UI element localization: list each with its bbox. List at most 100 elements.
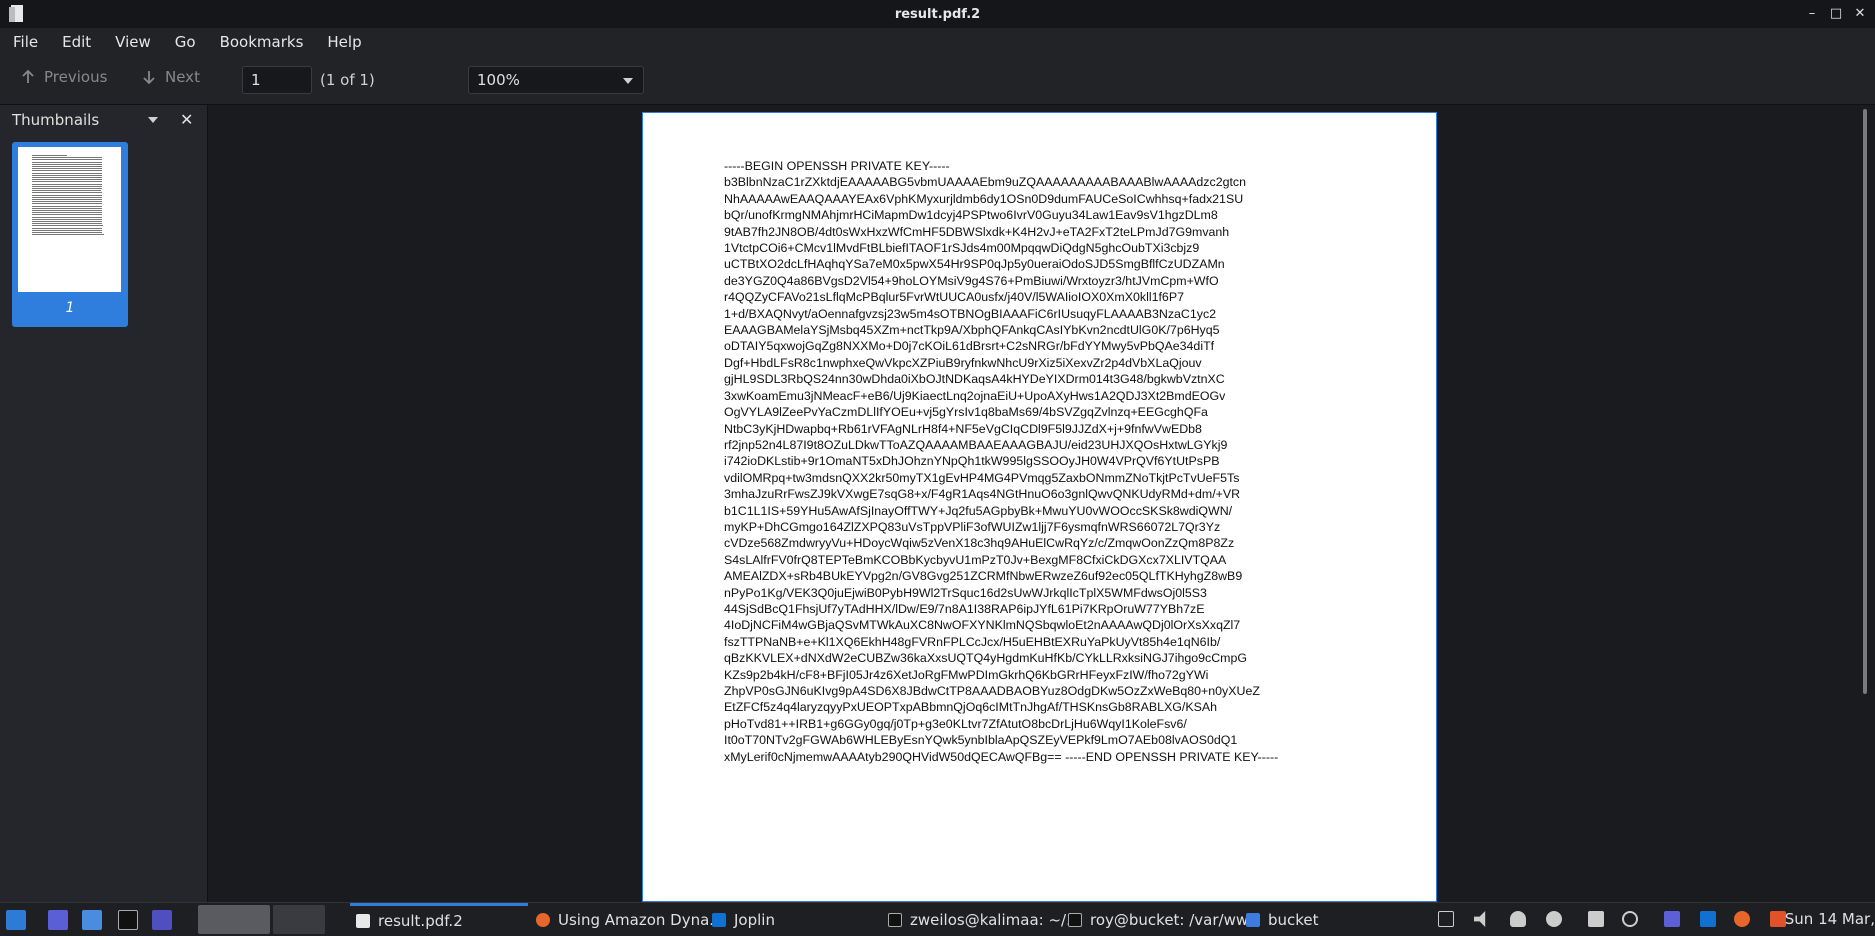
joplin-tray-icon[interactable] xyxy=(1700,911,1716,927)
file-manager-icon[interactable] xyxy=(82,910,102,930)
thumbnail-text-line xyxy=(32,218,102,220)
thumbnail-text-line xyxy=(32,196,102,198)
lock-icon[interactable] xyxy=(1588,911,1604,927)
terminal-icon[interactable] xyxy=(118,910,138,930)
workspace-pager-2[interactable] xyxy=(273,905,325,934)
thumbnail-label: 1 xyxy=(65,300,75,316)
burp-icon[interactable] xyxy=(1770,911,1786,927)
zoom-value: 100% xyxy=(477,71,520,89)
task-label: bucket xyxy=(1268,910,1319,929)
task-bucket[interactable]: bucket xyxy=(1240,903,1319,936)
thumbnail-text-line xyxy=(32,199,102,200)
thumbnail-text-line xyxy=(32,163,102,165)
folder-icon xyxy=(1246,912,1260,927)
thumbnail-text-line xyxy=(32,177,102,178)
thumbnail-text-line xyxy=(32,227,102,229)
menu-file[interactable]: File xyxy=(0,33,49,51)
thumbnail-text-line xyxy=(32,170,102,172)
screen-recorder-icon[interactable] xyxy=(152,910,172,930)
page-count: (1 of 1) xyxy=(320,71,375,89)
thumbnail-text-line xyxy=(32,232,102,233)
task-label: result.pdf.2 xyxy=(378,912,463,930)
task-result-pdf[interactable]: result.pdf.2 xyxy=(350,903,528,936)
sidebar-header: Thumbnails ✕ xyxy=(0,105,207,135)
next-button[interactable]: Next xyxy=(141,68,200,86)
firefox-icon xyxy=(536,912,550,927)
screenshot-icon[interactable] xyxy=(1664,911,1680,927)
task-label: zweilos@kalimaa: ~/... xyxy=(910,910,1081,929)
notification-bell-icon[interactable] xyxy=(1510,911,1526,927)
menu-bar: File Edit View Go Bookmarks Help xyxy=(0,28,1875,56)
task-label: Using Amazon Dyna... xyxy=(558,910,724,929)
thumbnail-text-line xyxy=(32,210,102,211)
kali-menu-icon[interactable] xyxy=(6,910,26,930)
task-label: Joplin xyxy=(734,910,775,929)
zoom-select[interactable]: 100% xyxy=(468,66,644,94)
volume-icon[interactable] xyxy=(1474,911,1486,927)
thumbnail-text-line xyxy=(32,174,102,176)
thumbnail-text-line xyxy=(32,205,102,207)
menu-help[interactable]: Help xyxy=(314,33,372,51)
sidebar-dropdown-icon[interactable] xyxy=(148,117,158,123)
thumbnail-text-line xyxy=(32,216,102,218)
thumbnail-text-line xyxy=(32,166,102,167)
thumbnail-text-line xyxy=(32,155,67,156)
thumbnail-text-line xyxy=(32,221,102,222)
workspace-icon[interactable] xyxy=(48,910,68,930)
task-browser[interactable]: Using Amazon Dyna... xyxy=(530,903,724,936)
menu-edit[interactable]: Edit xyxy=(49,33,102,51)
thumbnail-text-line xyxy=(32,188,102,189)
thumbnail-text-line xyxy=(32,185,102,187)
thumbnail-text-line xyxy=(32,159,102,161)
menu-view[interactable]: View xyxy=(102,33,162,51)
document-icon xyxy=(356,914,370,928)
task-terminal-roy[interactable]: roy@bucket: /var/ww... xyxy=(1062,903,1261,936)
window-title: result.pdf.2 xyxy=(894,6,981,22)
menu-bookmarks[interactable]: Bookmarks xyxy=(207,33,315,51)
toolbar: Previous Next (1 of 1) 100% xyxy=(0,56,1875,105)
task-terminal-zweilos[interactable]: zweilos@kalimaa: ~/... xyxy=(882,903,1080,936)
task-label: roy@bucket: /var/ww... xyxy=(1090,910,1262,929)
terminal-icon xyxy=(888,912,902,927)
thumbnail-text-line xyxy=(32,207,102,209)
display-icon[interactable] xyxy=(1438,911,1454,927)
terminal-icon xyxy=(1068,912,1082,927)
previous-button[interactable]: Previous xyxy=(20,68,107,86)
thumbnail-text-line xyxy=(32,225,103,227)
thumbnail-text-line xyxy=(32,234,104,236)
thumbnail-text-line xyxy=(32,168,102,170)
task-joplin[interactable]: Joplin xyxy=(706,903,775,936)
page-number-input[interactable] xyxy=(242,66,312,94)
next-label: Next xyxy=(165,68,200,86)
thumbnail-text-line xyxy=(32,172,102,174)
page-thumbnail[interactable]: 1 xyxy=(12,142,128,327)
maximize-icon[interactable]: □ xyxy=(1827,4,1845,22)
thumbnail-text-line xyxy=(32,192,102,194)
close-sidebar-icon[interactable]: ✕ xyxy=(180,110,193,129)
chevron-down-icon xyxy=(623,78,633,84)
vertical-scrollbar[interactable] xyxy=(1863,109,1867,694)
thumbnail-text-line xyxy=(32,190,101,192)
menu-go[interactable]: Go xyxy=(162,33,207,51)
firefox-tray-icon[interactable] xyxy=(1734,911,1750,927)
thumbnail-text-line xyxy=(32,183,102,185)
thumbnail-text-line xyxy=(32,179,102,181)
sidebar: Thumbnails ✕ 1 xyxy=(0,105,208,902)
minimize-icon[interactable]: – xyxy=(1803,4,1821,22)
close-window-icon[interactable]: ✕ xyxy=(1851,4,1869,22)
thumbnail-text-line xyxy=(32,229,102,231)
refresh-icon[interactable] xyxy=(1622,911,1638,927)
arrow-up-icon xyxy=(22,69,34,83)
joplin-icon xyxy=(712,912,726,927)
page-text: -----BEGIN OPENSSH PRIVATE KEY----- b3Bl… xyxy=(724,159,1279,764)
update-icon[interactable] xyxy=(1546,911,1562,927)
clock: Sun 14 Mar, xyxy=(1784,910,1875,928)
window-controls: – □ ✕ xyxy=(1803,4,1869,22)
previous-label: Previous xyxy=(44,68,108,86)
thumbnail-preview xyxy=(18,147,121,292)
document-viewer[interactable]: -----BEGIN OPENSSH PRIVATE KEY----- b3Bl… xyxy=(208,105,1875,902)
pdf-page: -----BEGIN OPENSSH PRIVATE KEY----- b3Bl… xyxy=(642,112,1437,902)
workspace-pager-1[interactable] xyxy=(198,905,270,934)
thumbnail-text-line xyxy=(32,214,102,216)
thumbnail-text-line xyxy=(32,201,102,203)
